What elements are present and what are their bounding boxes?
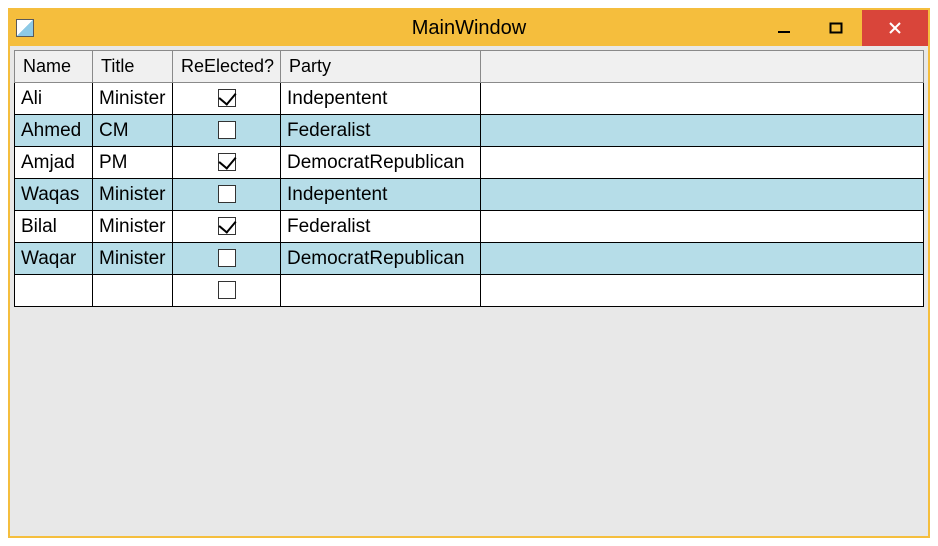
cell-title[interactable]: Minister — [93, 83, 173, 115]
cell-filler — [481, 115, 924, 147]
header-row: Name Title ReElected? Party — [15, 51, 924, 83]
col-header-filler[interactable] — [481, 51, 924, 83]
cell-name[interactable]: Waqas — [15, 179, 93, 211]
col-header-name[interactable]: Name — [15, 51, 93, 83]
minimize-button[interactable] — [758, 10, 810, 46]
cell-filler — [481, 211, 924, 243]
cell-name[interactable]: Ali — [15, 83, 93, 115]
cell-filler — [481, 275, 924, 307]
cell-party[interactable]: Federalist — [281, 115, 481, 147]
table-row[interactable]: Amjad PM DemocratRepublican — [15, 147, 924, 179]
cell-filler — [481, 179, 924, 211]
cell-reelected[interactable] — [173, 243, 281, 275]
cell-title[interactable]: CM — [93, 115, 173, 147]
cell-name[interactable]: Bilal — [15, 211, 93, 243]
checkbox-icon[interactable] — [218, 217, 236, 235]
cell-name[interactable]: Ahmed — [15, 115, 93, 147]
cell-title[interactable]: Minister — [93, 243, 173, 275]
close-button[interactable] — [862, 10, 928, 46]
checkbox-icon[interactable] — [218, 249, 236, 267]
cell-reelected[interactable] — [173, 179, 281, 211]
table-row[interactable]: Bilal Minister Federalist — [15, 211, 924, 243]
cell-party[interactable]: Indepentent — [281, 83, 481, 115]
cell-filler — [481, 147, 924, 179]
minimize-icon — [777, 21, 791, 35]
cell-party[interactable] — [281, 275, 481, 307]
cell-reelected[interactable] — [173, 275, 281, 307]
col-header-reelected[interactable]: ReElected? — [173, 51, 281, 83]
table-row[interactable]: Ali Minister Indepentent — [15, 83, 924, 115]
close-icon — [888, 21, 902, 35]
cell-title[interactable] — [93, 275, 173, 307]
cell-name[interactable]: Waqar — [15, 243, 93, 275]
table-row[interactable]: Ahmed CM Federalist — [15, 115, 924, 147]
checkbox-icon[interactable] — [218, 121, 236, 139]
app-icon[interactable] — [16, 19, 34, 37]
maximize-button[interactable] — [810, 10, 862, 46]
cell-name[interactable]: Amjad — [15, 147, 93, 179]
col-header-title[interactable]: Title — [93, 51, 173, 83]
checkbox-icon[interactable] — [218, 89, 236, 107]
table-row[interactable]: Waqas Minister Indepentent — [15, 179, 924, 211]
cell-reelected[interactable] — [173, 115, 281, 147]
cell-title[interactable]: PM — [93, 147, 173, 179]
main-window: MainWindow Name Title — [8, 8, 930, 538]
cell-party[interactable]: DemocratRepublican — [281, 147, 481, 179]
client-area: Name Title ReElected? Party Ali Minister… — [10, 46, 928, 536]
cell-party[interactable]: DemocratRepublican — [281, 243, 481, 275]
col-header-party[interactable]: Party — [281, 51, 481, 83]
cell-reelected[interactable] — [173, 147, 281, 179]
cell-filler — [481, 83, 924, 115]
table-row[interactable]: Waqar Minister DemocratRepublican — [15, 243, 924, 275]
cell-reelected[interactable] — [173, 211, 281, 243]
checkbox-icon[interactable] — [218, 281, 236, 299]
cell-party[interactable]: Indepentent — [281, 179, 481, 211]
window-controls — [758, 10, 928, 46]
cell-title[interactable]: Minister — [93, 179, 173, 211]
titlebar[interactable]: MainWindow — [10, 10, 928, 46]
new-row[interactable] — [15, 275, 924, 307]
cell-reelected[interactable] — [173, 83, 281, 115]
cell-filler — [481, 243, 924, 275]
maximize-icon — [829, 21, 843, 35]
cell-title[interactable]: Minister — [93, 211, 173, 243]
checkbox-icon[interactable] — [218, 185, 236, 203]
data-grid[interactable]: Name Title ReElected? Party Ali Minister… — [14, 50, 924, 307]
checkbox-icon[interactable] — [218, 153, 236, 171]
cell-party[interactable]: Federalist — [281, 211, 481, 243]
cell-name[interactable] — [15, 275, 93, 307]
